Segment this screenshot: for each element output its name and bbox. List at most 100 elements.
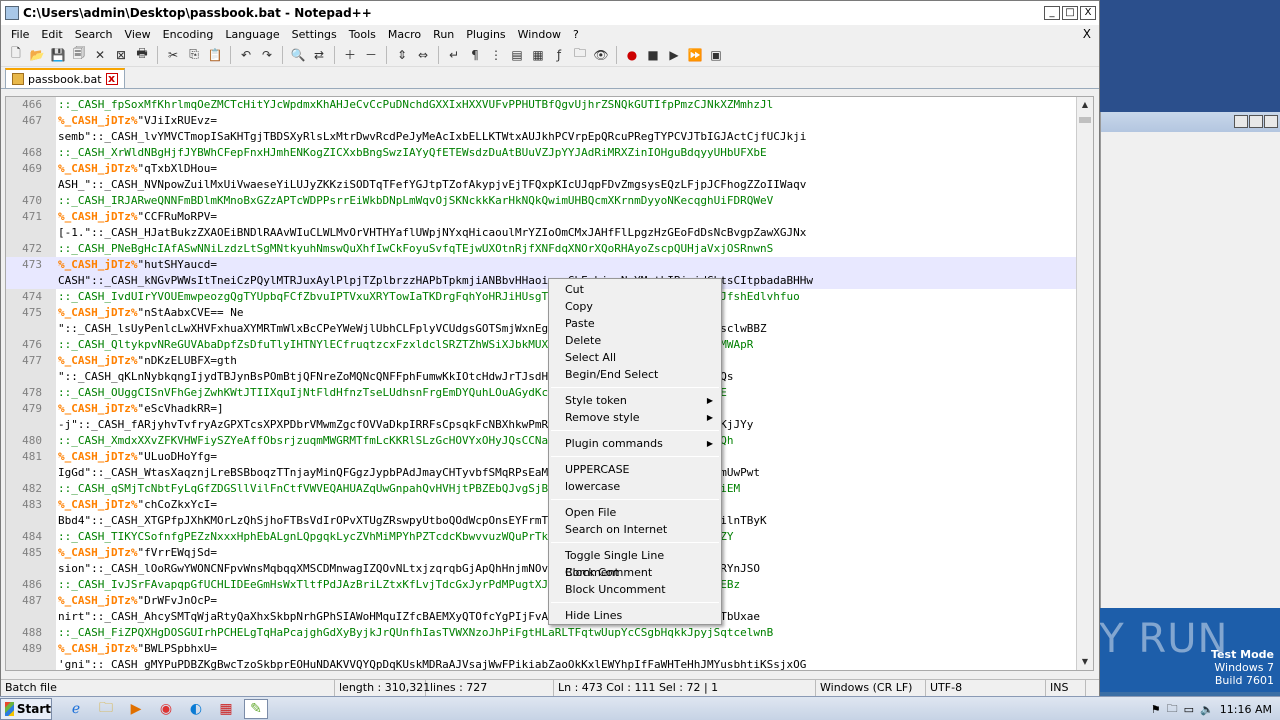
- code-text[interactable]: %_CASH_jDTz%"ULuoDHoYfg=: [58, 449, 217, 465]
- close-icon[interactable]: [1264, 115, 1278, 128]
- code-text[interactable]: %_CASH_jDTz%"nDKzELUBFX=gth: [58, 353, 237, 369]
- code-text[interactable]: ASH_"::_CASH_NVNpowZuilMxUiVwaeseYiLUJyZ…: [58, 177, 806, 193]
- zoom-in-icon[interactable]: ＋: [341, 46, 359, 64]
- sync-horizontal-icon[interactable]: ⇔: [414, 46, 432, 64]
- code-text[interactable]: %_CASH_jDTz%"hutSHYaucd=: [58, 257, 217, 273]
- background-window[interactable]: [1100, 112, 1280, 608]
- zoom-out-icon[interactable]: －: [362, 46, 380, 64]
- minimize-icon[interactable]: [1234, 115, 1248, 128]
- scroll-down-icon[interactable]: ▼: [1077, 654, 1093, 670]
- menu-language[interactable]: Language: [219, 28, 285, 41]
- menu-tools[interactable]: Tools: [343, 28, 382, 41]
- save-icon[interactable]: 💾: [49, 46, 67, 64]
- monitoring-icon[interactable]: 👁: [592, 46, 610, 64]
- close-all-icon[interactable]: ⊠: [112, 46, 130, 64]
- insert-mode[interactable]: INS: [1046, 680, 1086, 696]
- code-line[interactable]: 489 %_CASH_jDTz%"BWLPSpbhxU=: [6, 641, 1076, 657]
- code-line[interactable]: 468::_CASH_XrWldNBgHjfJYBWhCFepFnxHJmhEN…: [6, 145, 1076, 161]
- menu-search[interactable]: Search: [69, 28, 119, 41]
- code-line[interactable]: 487 %_CASH_jDTz%"DrWFvJnOcP=: [6, 593, 1076, 609]
- replace-icon[interactable]: ⇄: [310, 46, 328, 64]
- paste-icon[interactable]: 📋: [206, 46, 224, 64]
- code-line[interactable]: 477 %_CASH_jDTz%"nDKzELUBFX=gth: [6, 353, 1076, 369]
- code-text[interactable]: %_CASH_jDTz%"fVrrEWqjSd=: [58, 545, 217, 561]
- menu-file[interactable]: File: [5, 28, 35, 41]
- clock[interactable]: 11:16 AM: [1220, 703, 1272, 716]
- code-text[interactable]: semb"::_CASH_lvYMVCTmopISaKHTgjTBDSXyRls…: [58, 129, 806, 145]
- doc-map-icon[interactable]: ▦: [529, 46, 547, 64]
- media-player-icon[interactable]: ▶: [124, 699, 148, 719]
- context-item-toggle-single-line-comment[interactable]: Toggle Single Line Comment: [549, 547, 721, 579]
- context-item-lowercase[interactable]: lowercase: [549, 478, 721, 495]
- menu-help[interactable]: ?: [567, 28, 585, 41]
- menu-macro[interactable]: Macro: [382, 28, 427, 41]
- code-line[interactable]: 481 %_CASH_jDTz%"ULuoDHoYfg=: [6, 449, 1076, 465]
- code-text[interactable]: ::_CASH_XrWldNBgHjfJYBWhCFepFnxHJmhENKog…: [58, 145, 767, 161]
- code-text[interactable]: ::_CASH_PNeBgHcIAfASwNNiLzdzLtSgMNtkyuhN…: [58, 241, 773, 257]
- menu-run[interactable]: Run: [427, 28, 460, 41]
- undo-icon[interactable]: ↶: [237, 46, 255, 64]
- code-text[interactable]: ::_CASH_fpSoxMfKhrlmqOeZMCTcHitYJcWpdmxK…: [58, 97, 773, 113]
- code-line[interactable]: -j"::_CASH_fARjyhvTvfryAzGPXTcsXPXPDbrVM…: [6, 417, 1076, 433]
- minimize-button[interactable]: _: [1044, 6, 1060, 20]
- volume-icon[interactable]: 🔈: [1200, 703, 1214, 716]
- code-line[interactable]: 478::_CASH_OUggCISnVFhGejZwhKWtJTIIXquIj…: [6, 385, 1076, 401]
- code-line[interactable]: 485 %_CASH_jDTz%"fVrrEWqjSd=: [6, 545, 1076, 561]
- code-line[interactable]: 466::_CASH_fpSoxMfKhrlmqOeZMCTcHitYJcWpd…: [6, 97, 1076, 113]
- vertical-scrollbar[interactable]: ▲ ▼: [1076, 97, 1093, 670]
- context-item-remove-style[interactable]: Remove style ▶: [549, 409, 721, 426]
- find-icon[interactable]: 🔍: [289, 46, 307, 64]
- internet-explorer-icon[interactable]: ℯ: [64, 699, 88, 719]
- code-line[interactable]: CASH"::_CASH_kNGvPWWsItTneiCzPQylMTRJuxA…: [6, 273, 1076, 289]
- close-button[interactable]: X: [1080, 6, 1096, 20]
- code-text[interactable]: %_CASH_jDTz%"BWLPSpbhxU=: [58, 641, 217, 657]
- code-line[interactable]: 486::_CASH_IvJSrFAvapqpGfUCHLIDEeGmHsWxT…: [6, 577, 1076, 593]
- code-line[interactable]: semb"::_CASH_lvYMVCTmopISaKHTgjTBDSXyRls…: [6, 129, 1076, 145]
- background-window-titlebar[interactable]: [1101, 112, 1280, 132]
- code-line[interactable]: 476::_CASH_QltykpvNReGUVAbaDpfZsDfuTlyIH…: [6, 337, 1076, 353]
- scroll-up-icon[interactable]: ▲: [1077, 97, 1093, 113]
- code-text[interactable]: ::_CASH_IRJARweQNNFmBDlmKMnoBxGZzAPTcWDP…: [58, 193, 773, 209]
- word-wrap-icon[interactable]: ↵: [445, 46, 463, 64]
- context-item-search-on-internet[interactable]: Search on Internet: [549, 521, 721, 538]
- menu-close-button[interactable]: X: [1083, 27, 1091, 41]
- code-line[interactable]: IgGd"::_CASH_WtasXaqznjLreBSBboqzTTnjayM…: [6, 465, 1076, 481]
- new-file-icon[interactable]: 🗋: [7, 46, 25, 64]
- context-item-block-uncomment[interactable]: Block Uncomment: [549, 581, 721, 598]
- scroll-thumb[interactable]: [1079, 117, 1091, 123]
- code-line[interactable]: ASH_"::_CASH_NVNpowZuilMxUiVwaeseYiLUJyZ…: [6, 177, 1076, 193]
- edge-icon[interactable]: ◐: [184, 699, 208, 719]
- tab-close-icon[interactable]: x: [105, 73, 118, 85]
- folder-workspace-icon[interactable]: 🗀: [571, 46, 589, 64]
- code-line[interactable]: 483 %_CASH_jDTz%"chCoZkxYcI=: [6, 497, 1076, 513]
- code-line[interactable]: sion"::_CASH_lOoRGwYWONCNFpvWnsMqbqqXMSC…: [6, 561, 1076, 577]
- code-text[interactable]: %_CASH_jDTz%"VJiIxRUEvz=: [58, 113, 217, 129]
- flag-icon[interactable]: ⚑: [1151, 703, 1161, 716]
- save-all-icon[interactable]: 🗐: [70, 46, 88, 64]
- encoding[interactable]: UTF-8: [926, 680, 1046, 696]
- code-text[interactable]: %_CASH_jDTz%"DrWFvJnOcP=: [58, 593, 217, 609]
- context-item-open-file[interactable]: Open File: [549, 504, 721, 521]
- title-bar[interactable]: C:\Users\admin\Desktop\passbook.bat - No…: [1, 1, 1099, 25]
- code-line[interactable]: 484::_CASH_TIKYCSofnfgPEZzNxxxHphEbALgnL…: [6, 529, 1076, 545]
- code-line[interactable]: 471 %_CASH_jDTz%"CCFRuMoRPV=: [6, 209, 1076, 225]
- code-text[interactable]: %_CASH_jDTz%"chCoZkxYcI=: [58, 497, 217, 513]
- save-macro-icon[interactable]: ▣: [707, 46, 725, 64]
- code-line[interactable]: 467 %_CASH_jDTz%"VJiIxRUEvz=: [6, 113, 1076, 129]
- context-item-uppercase[interactable]: UPPERCASE: [549, 461, 721, 478]
- code-line[interactable]: 472::_CASH_PNeBgHcIAfASwNNiLzdzLtSgMNtky…: [6, 241, 1076, 257]
- code-line[interactable]: 469 %_CASH_jDTz%"qTxbXlDHou=: [6, 161, 1076, 177]
- record-macro-icon[interactable]: ●: [623, 46, 641, 64]
- code-line[interactable]: 473 %_CASH_jDTz%"hutSHYaucd=: [6, 257, 1076, 273]
- code-line[interactable]: 480::_CASH_XmdxXXvZFKVHWFiySZYeAffObsrjz…: [6, 433, 1076, 449]
- network-icon[interactable]: ▭: [1184, 703, 1194, 716]
- context-item-block-comment[interactable]: Block Comment: [549, 564, 721, 581]
- menu-plugins[interactable]: Plugins: [460, 28, 511, 41]
- code-text[interactable]: %_CASH_jDTz%"qTxbXlDHou=: [58, 161, 217, 177]
- run-macro-multiple-icon[interactable]: ⏩: [686, 46, 704, 64]
- show-all-chars-icon[interactable]: ¶: [466, 46, 484, 64]
- context-item-plugin-commands[interactable]: Plugin commands ▶: [549, 435, 721, 452]
- code-text[interactable]: %_CASH_jDTz%"nStAabxCVE== Ne: [58, 305, 243, 321]
- code-line[interactable]: 470::_CASH_IRJARweQNNFmBDlmKMnoBxGZzAPTc…: [6, 193, 1076, 209]
- code-text[interactable]: %_CASH_jDTz%"eScVhadkRR=]: [58, 401, 224, 417]
